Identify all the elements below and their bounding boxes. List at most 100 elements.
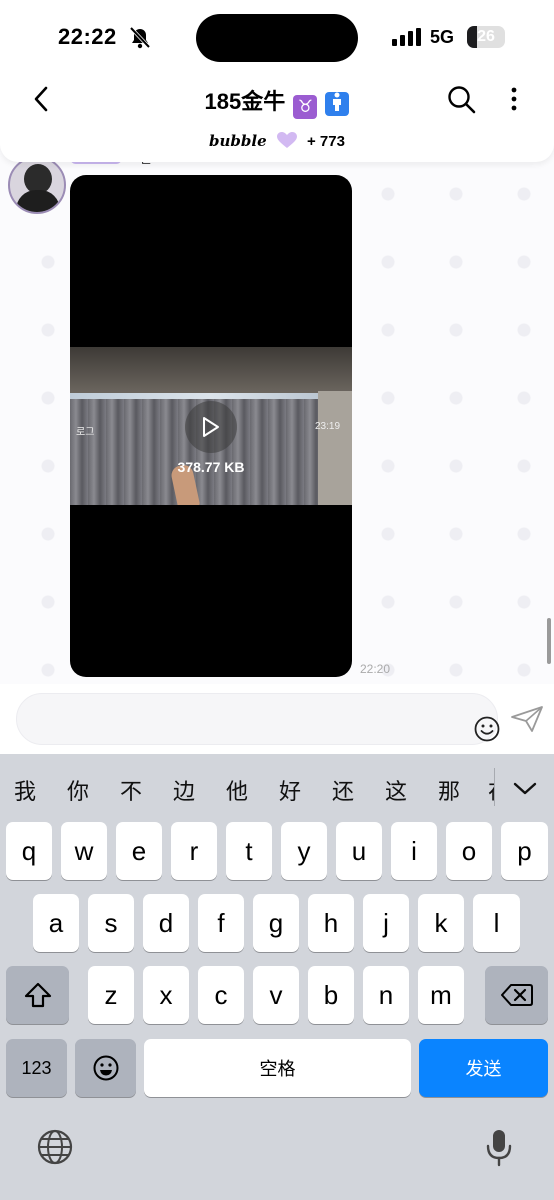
search-icon[interactable] bbox=[446, 84, 476, 114]
key-label: w bbox=[74, 835, 94, 866]
key-label: t bbox=[245, 835, 253, 866]
key-label: y bbox=[297, 835, 311, 866]
key-b[interactable]: b bbox=[308, 966, 354, 1024]
candidate-item[interactable]: 他 bbox=[226, 774, 248, 806]
key-x[interactable]: x bbox=[143, 966, 189, 1024]
key-label: z bbox=[104, 979, 118, 1010]
play-icon bbox=[203, 417, 219, 437]
key-z[interactable]: z bbox=[88, 966, 134, 1024]
candidate-item[interactable]: 我 bbox=[14, 774, 36, 806]
video-message[interactable]: 로그 23:19 378.77 KB bbox=[70, 175, 352, 677]
key-label: i bbox=[411, 835, 417, 866]
more-vertical-icon[interactable] bbox=[500, 82, 528, 116]
scrollbar[interactable] bbox=[547, 618, 551, 664]
candidate-item[interactable]: 不 bbox=[120, 774, 142, 806]
key-label: a bbox=[48, 907, 64, 938]
key-label: g bbox=[268, 907, 284, 938]
send-key-label: 发送 bbox=[465, 1059, 502, 1079]
key-r[interactable]: r bbox=[171, 822, 217, 880]
key-n[interactable]: n bbox=[363, 966, 409, 1024]
key-h[interactable]: h bbox=[308, 894, 354, 952]
key-label: c bbox=[214, 979, 228, 1010]
key-label: b bbox=[323, 979, 339, 1010]
video-wall bbox=[318, 391, 352, 505]
key-c[interactable]: c bbox=[198, 966, 244, 1024]
message-time: 22:20 bbox=[360, 662, 391, 676]
avatar[interactable] bbox=[8, 156, 66, 214]
key-label: k bbox=[434, 907, 448, 938]
battery-indicator: 26 bbox=[467, 26, 505, 48]
chat-area[interactable]: ㅋ근ㅇ 로그 23:19 378.77 KB 22:20 bbox=[0, 140, 554, 684]
candidate-item[interactable]: 你 bbox=[67, 774, 89, 806]
man-symbol-icon bbox=[325, 92, 350, 116]
bell-slash-icon bbox=[129, 27, 151, 49]
shift-key[interactable] bbox=[6, 966, 69, 1024]
battery-fill bbox=[467, 26, 477, 48]
candidate-item[interactable]: 好 bbox=[279, 774, 301, 806]
bubble-brand: bubble bbox=[209, 132, 267, 150]
bubble-subscription: bubble + 773 bbox=[0, 132, 554, 150]
space-key-label: 空格 bbox=[259, 1059, 296, 1079]
key-m[interactable]: m bbox=[418, 966, 464, 1024]
candidate-item[interactable]: 边 bbox=[173, 774, 195, 806]
smiley-icon[interactable] bbox=[473, 715, 501, 743]
key-label: q bbox=[21, 835, 37, 866]
key-t[interactable]: t bbox=[226, 822, 272, 880]
backspace-icon bbox=[500, 984, 533, 1006]
key-f[interactable]: f bbox=[198, 894, 244, 952]
key-p[interactable]: p bbox=[501, 822, 548, 880]
key-v[interactable]: v bbox=[253, 966, 299, 1024]
key-label: v bbox=[269, 979, 283, 1010]
bubble-count: + 773 bbox=[307, 133, 345, 150]
key-s[interactable]: s bbox=[88, 894, 134, 952]
key-w[interactable]: w bbox=[61, 822, 107, 880]
key-a[interactable]: a bbox=[33, 894, 79, 952]
send-key[interactable]: 发送 bbox=[419, 1039, 548, 1097]
candidate-item[interactable]: 这 bbox=[385, 774, 407, 806]
key-label: r bbox=[189, 835, 199, 866]
taurus-icon: ♉ bbox=[293, 95, 318, 119]
candidate-item[interactable]: 还 bbox=[332, 774, 354, 806]
key-g[interactable]: g bbox=[253, 894, 299, 952]
key-label: e bbox=[131, 835, 147, 866]
key-l[interactable]: l bbox=[473, 894, 520, 952]
key-label: j bbox=[383, 907, 389, 938]
key-q[interactable]: q bbox=[6, 822, 52, 880]
chat-title-text: 185金牛 bbox=[204, 89, 286, 114]
key-y[interactable]: y bbox=[281, 822, 327, 880]
play-button[interactable] bbox=[185, 401, 237, 453]
key-e[interactable]: e bbox=[116, 822, 162, 880]
heart-icon bbox=[276, 132, 297, 148]
network-label: 5G bbox=[430, 27, 455, 47]
globe-icon[interactable] bbox=[36, 1128, 74, 1166]
candidate-bar: 我 你 不 边 他 好 还 这 那 在 bbox=[0, 754, 554, 824]
shift-icon bbox=[24, 982, 51, 1008]
key-label: f bbox=[217, 907, 225, 938]
key-u[interactable]: u bbox=[336, 822, 382, 880]
key-j[interactable]: j bbox=[363, 894, 409, 952]
key-i[interactable]: i bbox=[391, 822, 437, 880]
send-icon[interactable] bbox=[510, 705, 544, 733]
message-composer bbox=[0, 684, 554, 754]
emoji-icon bbox=[93, 1055, 118, 1081]
key-label: u bbox=[351, 835, 367, 866]
video-thumbnail: 로그 23:19 378.77 KB bbox=[70, 347, 352, 505]
key-o[interactable]: o bbox=[446, 822, 492, 880]
battery-text: 26 bbox=[477, 28, 495, 45]
avatar-body bbox=[16, 190, 60, 212]
emoji-key[interactable] bbox=[75, 1039, 136, 1097]
space-key[interactable]: 空格 bbox=[144, 1039, 411, 1097]
candidate-item[interactable]: 那 bbox=[438, 774, 460, 806]
chevron-down-icon[interactable] bbox=[510, 776, 540, 800]
microphone-icon[interactable] bbox=[484, 1128, 514, 1168]
key-label: s bbox=[104, 907, 118, 938]
video-file-size: 378.77 KB bbox=[177, 459, 245, 475]
key-d[interactable]: d bbox=[143, 894, 189, 952]
delete-key[interactable] bbox=[485, 966, 548, 1024]
message-input[interactable] bbox=[16, 693, 501, 745]
key-label: n bbox=[378, 979, 394, 1010]
numbers-key[interactable]: 123 bbox=[6, 1039, 67, 1097]
signal-icon bbox=[392, 28, 421, 46]
key-k[interactable]: k bbox=[418, 894, 464, 952]
video-overlay-text: 로그 bbox=[76, 427, 95, 438]
